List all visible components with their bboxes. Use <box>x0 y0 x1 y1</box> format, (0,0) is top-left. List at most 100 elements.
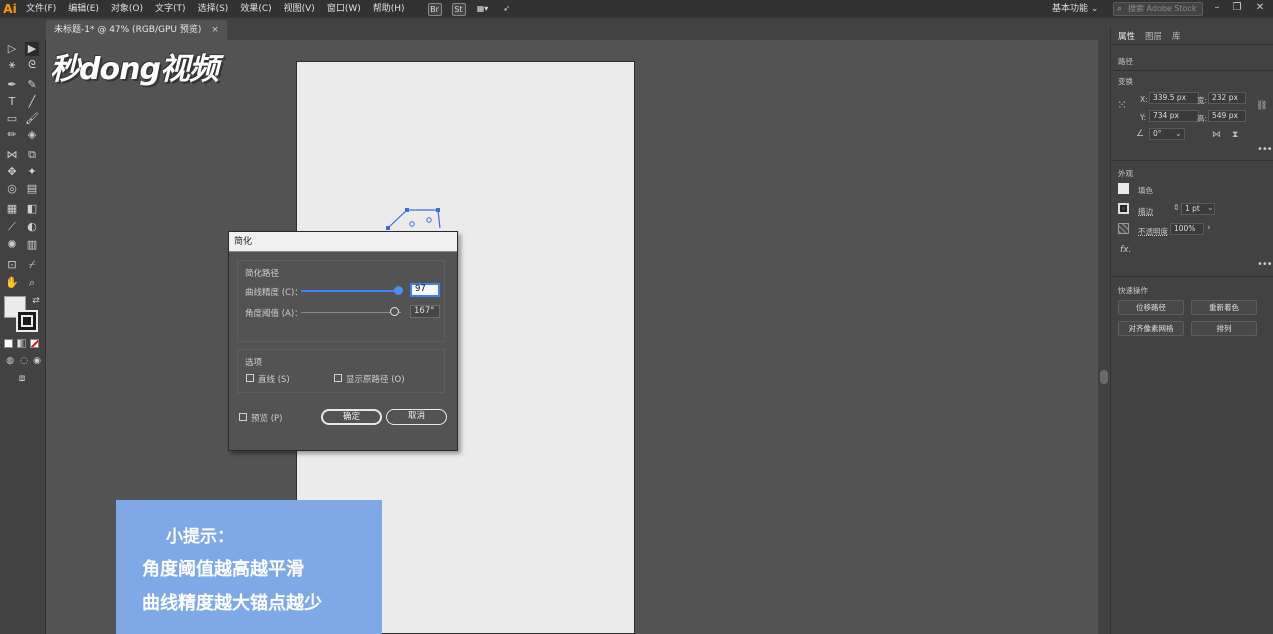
close-window-button[interactable]: ✕ <box>1251 0 1269 18</box>
workspace-switcher[interactable]: 基本功能 ⌄ <box>1052 0 1098 18</box>
x-input[interactable]: 339.5 px <box>1149 92 1199 104</box>
type-tool-icon[interactable]: T <box>5 95 19 109</box>
straight-lines-checkbox[interactable] <box>246 374 254 382</box>
document-tab[interactable]: 未标题-1* @ 47% (RGB/GPU 预览) × <box>46 20 227 40</box>
flip-vertical-icon[interactable]: ⧗ <box>1232 130 1238 140</box>
angle-threshold-track[interactable] <box>301 312 401 313</box>
restore-button[interactable]: ❐ <box>1228 0 1246 18</box>
shape-builder-tool-icon[interactable]: ◎ <box>5 182 19 196</box>
blend-tool-icon[interactable]: ◐ <box>25 220 39 234</box>
reference-point-icon[interactable]: ⁙ <box>1117 98 1127 112</box>
constrain-proportions-icon[interactable]: ⛓ <box>1256 101 1267 111</box>
menu-object[interactable]: 对象(O) <box>105 0 149 18</box>
draw-normal-icon[interactable]: ◍ <box>3 354 17 368</box>
curve-precision-input[interactable]: 97 <box>410 283 440 297</box>
paintbrush-tool-icon[interactable]: 🖌 <box>25 112 39 126</box>
magic-wand-tool-icon[interactable]: ⚹ <box>5 58 19 72</box>
h-input[interactable]: 549 px <box>1208 110 1246 122</box>
gradient-mode-icon[interactable] <box>17 339 26 348</box>
swap-colors-icon[interactable]: ⇄ <box>29 294 43 308</box>
menu-effect[interactable]: 效果(C) <box>234 0 277 18</box>
color-mode-icon[interactable] <box>4 339 13 348</box>
fx-icon[interactable]: fx. <box>1120 245 1131 255</box>
stroke-swatch[interactable] <box>16 310 38 332</box>
menu-file[interactable]: 文件(F) <box>20 0 62 18</box>
opacity-label[interactable]: 不透明度 <box>1138 226 1168 237</box>
graph-tool-icon[interactable]: ▥ <box>25 238 39 252</box>
angle-threshold-input[interactable]: 167° <box>410 305 440 318</box>
none-mode-icon[interactable] <box>30 339 39 348</box>
rectangle-tool-icon[interactable]: ▭ <box>5 112 19 126</box>
hand-tool-icon[interactable]: ✋ <box>5 276 19 290</box>
tab-layers[interactable]: 图层 <box>1145 30 1162 42</box>
menu-window[interactable]: 窗口(W) <box>321 0 367 18</box>
menu-help[interactable]: 帮助(H) <box>367 0 411 18</box>
line-tool-icon[interactable]: ╱ <box>25 95 39 109</box>
recolor-button[interactable]: 重新着色 <box>1191 300 1257 315</box>
more-options-icon[interactable]: ••• <box>1257 144 1273 155</box>
menu-type[interactable]: 文字(T) <box>149 0 192 18</box>
stroke-label[interactable]: 描边 <box>1138 206 1153 217</box>
draw-inside-icon[interactable]: ◉ <box>30 354 44 368</box>
puppet-warp-tool-icon[interactable]: ✦ <box>25 165 39 179</box>
tip-box: 小提示： 角度阈值越高越平滑 曲线精度越大锚点越少 <box>116 500 382 634</box>
eraser-tool-icon[interactable]: ◈ <box>25 128 39 142</box>
opacity-arrow-icon[interactable]: › <box>1207 223 1211 233</box>
minimize-button[interactable]: – <box>1208 0 1226 18</box>
draw-behind-icon[interactable]: ◌ <box>17 354 31 368</box>
gradient-tool-icon[interactable]: ◧ <box>25 202 39 216</box>
fill-color-swatch[interactable] <box>1118 183 1129 194</box>
flip-horizontal-icon[interactable]: ⋈ <box>1212 130 1221 140</box>
menu-view[interactable]: 视图(V) <box>278 0 321 18</box>
eyedropper-tool-icon[interactable]: ⟋ <box>5 220 19 234</box>
y-input[interactable]: 734 px <box>1149 110 1199 122</box>
menu-select[interactable]: 选择(S) <box>192 0 235 18</box>
preview-label: 预览 (P) <box>251 414 283 424</box>
warp-tool-icon[interactable]: ✥ <box>5 165 19 179</box>
tab-libraries[interactable]: 库 <box>1172 30 1181 42</box>
stock-search-input[interactable]: ⌕ 搜索 Adobe Stock <box>1113 2 1203 16</box>
cancel-button[interactable]: 取消 <box>386 409 447 425</box>
perspective-tool-icon[interactable]: ▤ <box>25 182 39 196</box>
bridge-icon[interactable]: Br <box>427 2 442 16</box>
stroke-dropdown-icon[interactable]: ⌄ <box>1207 203 1214 212</box>
align-pixel-grid-button[interactable]: 对齐像素网格 <box>1118 321 1184 336</box>
direct-selection-tool-icon[interactable]: ▶ <box>25 42 39 56</box>
lasso-tool-icon[interactable]: ᘓ <box>25 58 39 72</box>
ok-button[interactable]: 确定 <box>321 409 382 425</box>
canvas-scroll-thumb[interactable] <box>1100 370 1108 384</box>
chevron-down-icon[interactable]: ⌄ <box>1175 129 1182 138</box>
stroke-weight-stepper-icon[interactable]: ⇕ <box>1173 203 1180 212</box>
menu-edit[interactable]: 编辑(E) <box>62 0 105 18</box>
arrange-button[interactable]: 排列 <box>1191 321 1257 336</box>
canvas-scrollbar[interactable] <box>1098 40 1110 634</box>
rotate-tool-icon[interactable]: ⋈ <box>5 148 19 162</box>
w-input[interactable]: 232 px <box>1208 92 1246 104</box>
offset-path-button[interactable]: 位移路径 <box>1118 300 1184 315</box>
gpu-performance-icon[interactable]: ➶ <box>500 3 514 16</box>
arrange-documents-icon[interactable]: ▦▾ <box>476 3 490 16</box>
artboard-tool-icon[interactable]: ⊡ <box>5 258 19 272</box>
transform-label: 变换 <box>1118 77 1133 86</box>
stroke-color-swatch[interactable] <box>1118 203 1129 214</box>
symbol-sprayer-tool-icon[interactable]: ✺ <box>5 238 19 252</box>
pen-tool-icon[interactable]: ✒ <box>5 78 19 92</box>
stock-icon[interactable]: St <box>451 2 466 16</box>
preview-checkbox[interactable] <box>239 413 247 421</box>
appearance-more-icon[interactable]: ••• <box>1257 259 1273 270</box>
curvature-tool-icon[interactable]: ✎ <box>25 78 39 92</box>
pencil-tool-icon[interactable]: ✏ <box>5 128 19 142</box>
curve-precision-label: 曲线精度 (C)： <box>245 288 303 298</box>
scale-tool-icon[interactable]: ⧉ <box>25 148 39 162</box>
slice-tool-icon[interactable]: ⌿ <box>25 258 39 272</box>
angle-threshold-slider[interactable] <box>390 307 399 316</box>
tab-properties[interactable]: 属性 <box>1118 30 1135 42</box>
zoom-tool-icon[interactable]: ⌕ <box>25 276 39 290</box>
opacity-input[interactable]: 100% <box>1170 223 1204 235</box>
selection-tool-icon[interactable]: ▷ <box>5 42 19 56</box>
show-original-checkbox[interactable] <box>334 374 342 382</box>
curve-precision-slider[interactable] <box>394 286 403 295</box>
close-tab-icon[interactable]: × <box>211 20 219 40</box>
screen-mode-icon[interactable]: ⧈ <box>15 372 29 386</box>
mesh-tool-icon[interactable]: ▦ <box>5 202 19 216</box>
